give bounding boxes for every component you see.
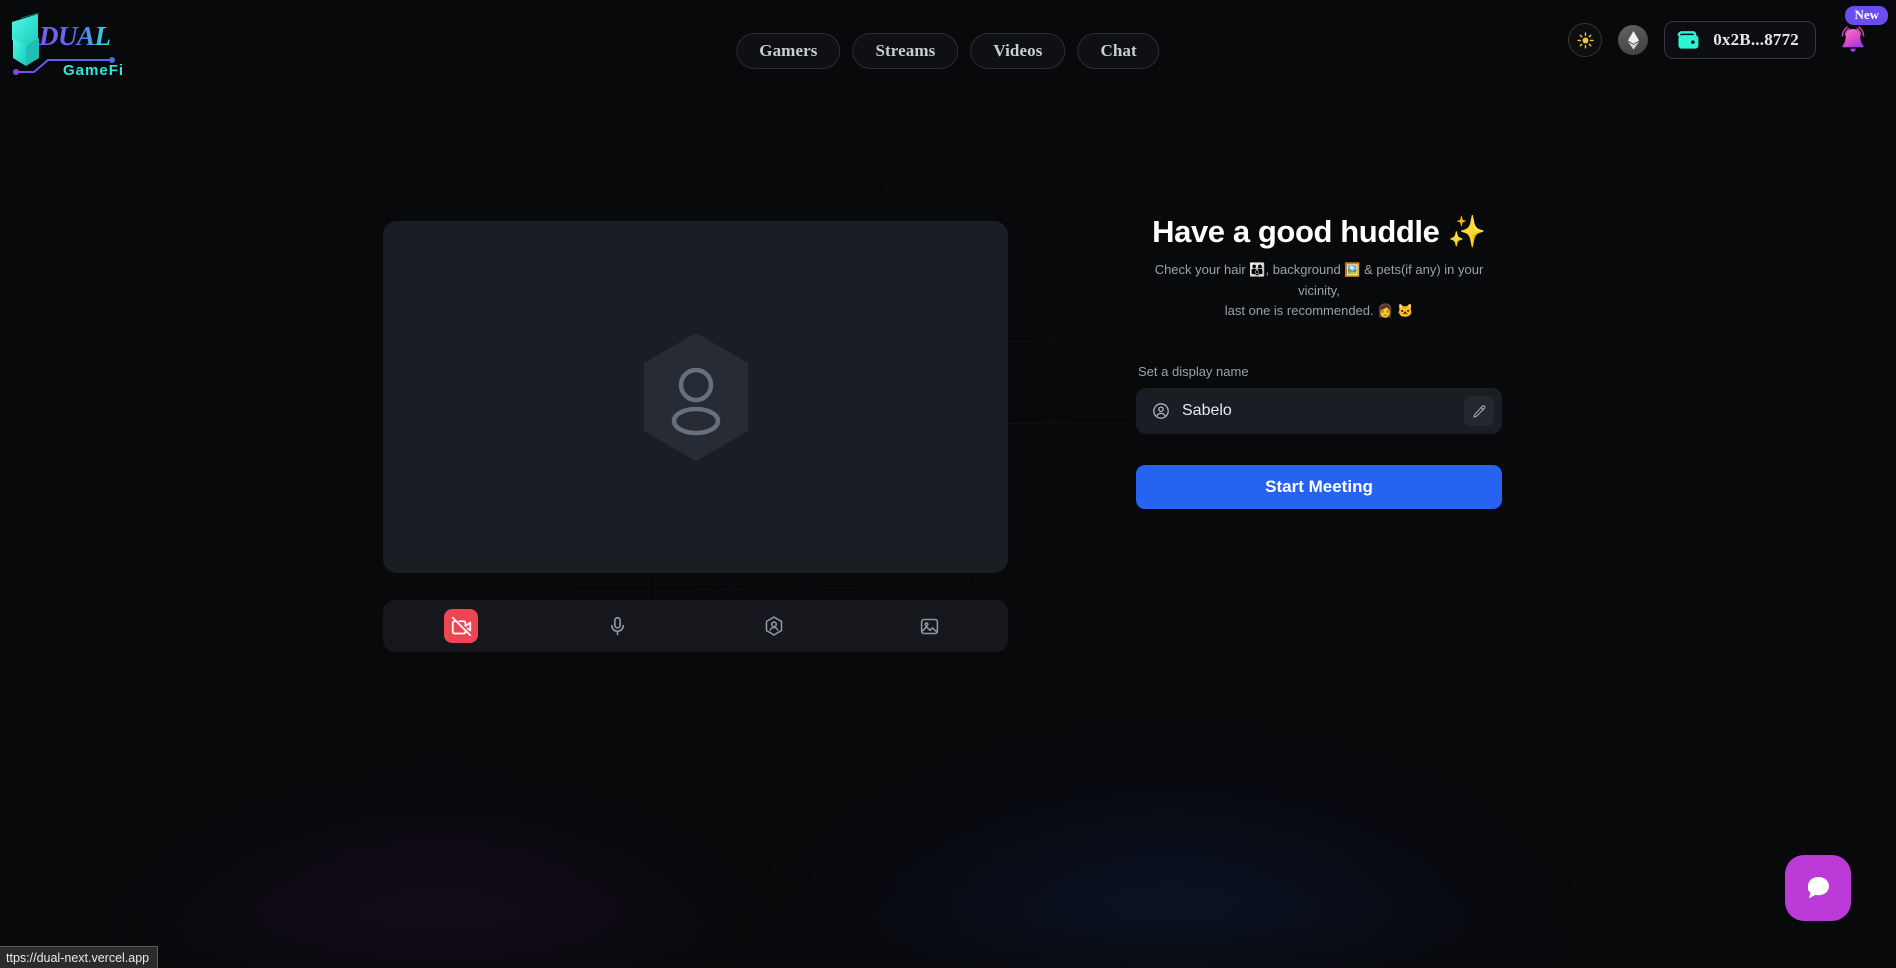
- brand-logo[interactable]: DUAL GameFi: [8, 10, 148, 90]
- svg-text:DUAL: DUAL: [38, 21, 111, 51]
- svg-text:GameFi: GameFi: [63, 62, 124, 79]
- browser-status-url: ttps://dual-next.vercel.app: [0, 946, 159, 968]
- nav-item-streams[interactable]: Streams: [852, 33, 959, 69]
- microphone-icon: [610, 616, 624, 635]
- background-glow-blue: [640, 638, 1820, 968]
- display-name-field[interactable]: [1136, 388, 1502, 435]
- start-meeting-button[interactable]: Start Meeting: [1136, 465, 1502, 510]
- nav-item-chat[interactable]: Chat: [1077, 33, 1160, 69]
- page-subtitle-line2: last one is recommended. 👩 🐱: [1224, 303, 1414, 319]
- theme-toggle-button[interactable]: [1568, 23, 1603, 57]
- wallet-icon: [1677, 30, 1699, 49]
- dual-hex-logo-icon: DUAL GameFi: [12, 12, 124, 79]
- person-hexagon-icon: [765, 616, 782, 636]
- wallet-address-button[interactable]: 0x2B...8772: [1664, 21, 1816, 59]
- background-glow-purple: [0, 648, 940, 968]
- control-slot-background: [852, 609, 1008, 643]
- sun-icon: [1577, 31, 1594, 49]
- header-actions: 0x2B...8772 New: [1568, 6, 1888, 62]
- person-circle-icon: [1153, 403, 1169, 419]
- page-root: DUAL GameFi Gamers Streams Videos Chat 0…: [0, 0, 1896, 968]
- wallet-address-text: 0x2B...8772: [1713, 30, 1799, 49]
- page-subtitle-line1: Check your hair 👨‍👩‍👦, background 🖼️ & p…: [1154, 261, 1484, 298]
- display-name-label: Set a display name: [1138, 364, 1249, 380]
- chat-widget-button[interactable]: [1785, 855, 1851, 921]
- control-slot-avatar: [696, 609, 852, 643]
- nav-item-videos[interactable]: Videos: [970, 33, 1066, 69]
- page-subtitle: Check your hair 👨‍👩‍👦, background 🖼️ & p…: [1136, 260, 1502, 322]
- control-slot-camera: [383, 609, 539, 643]
- pencil-edit-icon: [1472, 404, 1485, 418]
- microphone-toggle-button[interactable]: [600, 609, 634, 643]
- ethereum-icon: [1627, 30, 1639, 50]
- notifications-button[interactable]: New: [1832, 6, 1888, 62]
- video-preview-panel: [383, 221, 1008, 573]
- background-vignette: [0, 708, 1896, 968]
- chain-selector-button[interactable]: [1618, 25, 1649, 55]
- site-header: DUAL GameFi Gamers Streams Videos Chat 0…: [0, 0, 1896, 102]
- bell-icon: [1841, 26, 1865, 52]
- avatar-select-button[interactable]: [757, 609, 791, 643]
- image-picture-icon: [921, 618, 939, 634]
- background-select-button[interactable]: [913, 609, 947, 643]
- page-title: Have a good huddle ✨: [1152, 214, 1486, 249]
- media-controls-bar: [383, 600, 1008, 652]
- notifications-new-badge: New: [1845, 6, 1888, 26]
- video-camera-off-icon: [451, 616, 471, 636]
- control-slot-microphone: [539, 609, 695, 643]
- video-preview-column: [383, 221, 1008, 652]
- join-meeting-panel: Have a good huddle ✨ Check your hair 👨‍👩…: [1136, 214, 1502, 510]
- edit-display-name-button[interactable]: [1464, 396, 1494, 427]
- camera-toggle-button[interactable]: [444, 609, 479, 643]
- hexagon-person-avatar-icon: [643, 333, 748, 461]
- main-navigation: Gamers Streams Videos Chat: [736, 33, 1160, 69]
- chat-bubble-icon: [1807, 877, 1829, 898]
- nav-item-gamers[interactable]: Gamers: [736, 33, 841, 69]
- display-name-input[interactable]: [1182, 402, 1452, 421]
